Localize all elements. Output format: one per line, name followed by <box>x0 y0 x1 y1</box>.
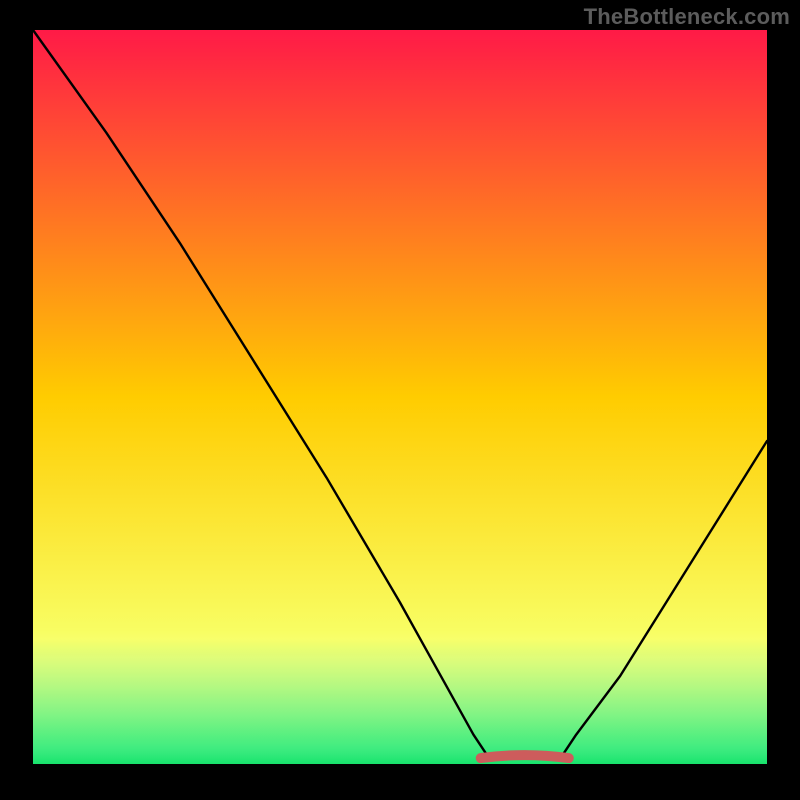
watermark-text: TheBottleneck.com <box>584 4 790 30</box>
bottleneck-chart <box>0 0 800 800</box>
plot-bottom-strata <box>33 632 767 764</box>
chart-frame: { "watermark": "TheBottleneck.com", "col… <box>0 0 800 800</box>
optimal-range-marker <box>481 755 569 758</box>
